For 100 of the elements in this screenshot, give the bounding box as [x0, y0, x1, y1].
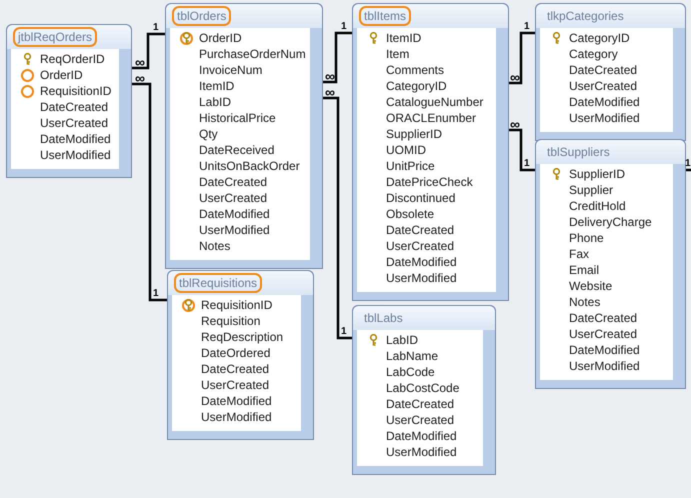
field-name[interactable]: LabID	[386, 333, 418, 347]
field-name[interactable]: UserModified	[386, 445, 457, 459]
field-name[interactable]: DateModified	[386, 255, 457, 269]
field-name[interactable]: DateOrdered	[201, 346, 270, 360]
one-label: 1	[524, 158, 530, 170]
many-label: ∞	[510, 118, 520, 130]
field-name[interactable]: InvoiceNum	[199, 63, 262, 77]
field-name[interactable]: DateCreated	[569, 63, 638, 77]
one-label: 1	[341, 326, 347, 338]
field-name[interactable]: ReqOrderID	[40, 52, 105, 66]
field-name[interactable]: Obsolete	[386, 207, 434, 221]
field-name[interactable]: LabID	[199, 95, 232, 109]
field-name[interactable]: CreditHold	[569, 199, 626, 213]
table-window[interactable]: tlkpCategories CategoryID Category DateCreated UserCreated DateModified UserModified	[535, 3, 686, 141]
field-name[interactable]: Phone	[569, 231, 604, 245]
field-name[interactable]: DateModified	[40, 132, 111, 146]
field-name[interactable]: UserCreated	[569, 79, 638, 93]
field-name[interactable]: ItemID	[199, 79, 234, 93]
field-name[interactable]: UserModified	[40, 148, 111, 162]
field-name[interactable]: DateModified	[569, 343, 640, 357]
one-label: 1	[153, 22, 159, 34]
table-window[interactable]: tblSuppliers SupplierID Supplier CreditHold DeliveryCharge Phone Fax Email Website Notes DateCreated UserCreated DateModified UserModified	[535, 139, 686, 389]
field-name[interactable]: Requisition	[201, 314, 260, 328]
field-name[interactable]: RequisitionID	[40, 84, 112, 98]
field-name[interactable]: DateModified	[199, 207, 270, 221]
field-name[interactable]: DeliveryCharge	[569, 215, 652, 229]
table-title: tblSuppliers	[546, 144, 611, 161]
relationship-line	[509, 128, 535, 172]
table-title: tblRequisitions	[174, 273, 262, 293]
field-name[interactable]: HistoricalPrice	[199, 111, 276, 125]
relationship-line	[132, 32, 165, 70]
table-window[interactable]: tblLabs LabID LabName LabCode LabCostCode DateCreated UserCreated DateModified UserModified	[352, 305, 496, 475]
field-name[interactable]: PurchaseOrderNum	[199, 47, 306, 61]
field-name[interactable]: UnitPrice	[386, 159, 435, 173]
field-name[interactable]: Discontinued	[386, 191, 456, 205]
relationship-line	[509, 32, 535, 84]
field-name[interactable]: DateReceived	[199, 143, 274, 157]
field-name[interactable]: CategoryID	[386, 79, 447, 93]
field-name[interactable]: CategoryID	[569, 31, 630, 45]
field-name[interactable]: DateCreated	[386, 397, 454, 411]
field-name[interactable]: SupplierID	[386, 127, 442, 141]
field-name[interactable]: UserCreated	[569, 327, 638, 341]
field-name[interactable]: DateCreated	[201, 362, 270, 376]
field-name[interactable]: ORACLEnumber	[386, 111, 476, 125]
relationship-line	[686, 168, 691, 172]
field-name[interactable]: Notes	[199, 239, 230, 253]
one-label: 1	[153, 288, 159, 300]
many-label: ∞	[135, 72, 145, 84]
field-name[interactable]: UserModified	[569, 111, 640, 125]
field-name[interactable]: CatalogueNumber	[386, 95, 484, 109]
field-name[interactable]: UserModified	[569, 359, 640, 373]
field-name[interactable]: UserCreated	[386, 239, 454, 253]
field-name[interactable]: Supplier	[569, 183, 614, 197]
one-label: 1	[524, 21, 530, 33]
field-name[interactable]: UserModified	[199, 223, 270, 237]
field-name[interactable]: LabName	[386, 349, 438, 363]
field-name[interactable]: LabCostCode	[386, 381, 460, 395]
field-name[interactable]: DateCreated	[40, 100, 108, 114]
field-name[interactable]: SupplierID	[569, 167, 626, 181]
field-name[interactable]: RequisitionID	[201, 298, 272, 312]
table-title: tlkpCategories	[546, 8, 625, 25]
field-name[interactable]: UOMID	[386, 143, 426, 157]
field-name[interactable]: Item	[386, 47, 410, 61]
many-label: ∞	[325, 86, 335, 98]
field-name[interactable]: OrderID	[199, 31, 242, 45]
field-name[interactable]: Qty	[199, 127, 218, 141]
field-name[interactable]: DateCreated	[386, 223, 454, 237]
field-name[interactable]: Website	[569, 279, 612, 293]
field-name[interactable]: UserCreated	[386, 413, 454, 427]
one-label: 1	[685, 158, 691, 170]
field-name[interactable]: Comments	[386, 63, 444, 77]
table-title: jtblReqOrders	[13, 27, 98, 47]
field-name[interactable]: ItemID	[386, 31, 422, 45]
field-name[interactable]: UserModified	[386, 271, 457, 285]
field-name[interactable]: DateCreated	[569, 311, 638, 325]
field-name[interactable]: UserCreated	[199, 191, 268, 205]
field-name[interactable]: DatePriceCheck	[386, 175, 473, 189]
field-name[interactable]: Notes	[569, 295, 600, 309]
field-name[interactable]: UnitsOnBackOrder	[199, 159, 300, 173]
field-name[interactable]: ReqDescription	[201, 330, 284, 344]
table-window[interactable]: tblItems ItemID Item Comments CategoryID CatalogueNumber ORACLEnumber SupplierID UOMID UnitPrice DatePriceCheck Discontinued Obsolete DateCreated UserCreated DateModified UserModified	[352, 3, 509, 301]
field-name[interactable]: DateModified	[201, 394, 272, 408]
field-name[interactable]: UserCreated	[40, 116, 108, 130]
many-label: ∞	[325, 70, 335, 82]
table-window[interactable]: tblOrders OrderID PurchaseOrderNum InvoiceNum ItemID LabID HistoricalPrice Qty DateReceived UnitsOnBackOrder DateCreated UserCreated DateModified UserModified Notes	[165, 3, 323, 269]
field-name[interactable]: Fax	[569, 247, 590, 261]
relationship-line	[323, 32, 352, 84]
one-label: 1	[341, 21, 347, 33]
table-window[interactable]: tblRequisitions RequisitionID Requisition ReqDescription DateOrdered DateCreated UserCreated DateModified UserModified	[167, 270, 314, 440]
field-name[interactable]: UserCreated	[201, 378, 270, 392]
field-name[interactable]: LabCode	[386, 365, 435, 379]
field-name[interactable]: DateModified	[569, 95, 640, 109]
field-name[interactable]: DateModified	[386, 429, 457, 443]
field-name[interactable]: UserModified	[201, 410, 272, 424]
field-name[interactable]: Email	[569, 263, 600, 277]
field-name[interactable]: OrderID	[40, 68, 83, 82]
field-name[interactable]: Category	[569, 47, 618, 61]
table-window[interactable]: jtblReqOrders ReqOrderID OrderID RequisitionID DateCreated UserCreated DateModified UserModified	[6, 24, 132, 178]
field-name[interactable]: DateCreated	[199, 175, 268, 189]
table-title: tblLabs	[363, 310, 404, 327]
